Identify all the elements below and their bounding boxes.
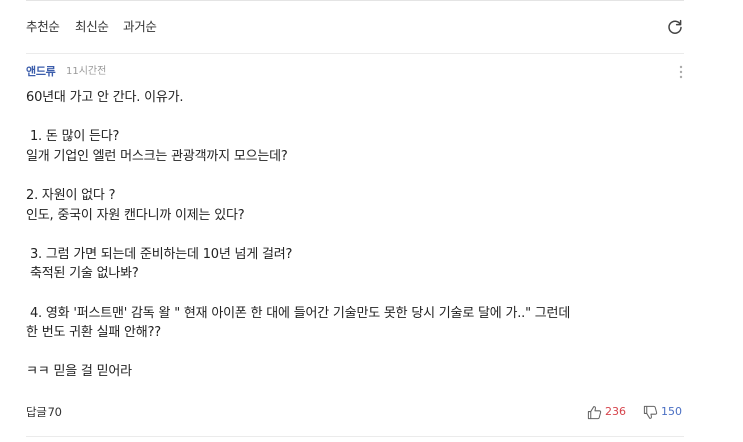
section-divider [26,53,684,54]
bottom-divider [26,436,684,437]
more-vertical-icon[interactable] [678,64,684,80]
comment-body: 60년대 가고 안 간다. 이유가. 1. 돈 많이 든다? 일개 기업인 엘런… [26,90,571,380]
comment-author[interactable]: 앤드류 [26,64,56,80]
like-button[interactable]: 236 [587,403,626,421]
like-count: 236 [605,405,626,418]
thumbs-up-icon [587,405,602,419]
top-divider [26,0,684,1]
reply-label: 답글 [26,405,47,419]
comment-timestamp: 11시간전 [66,66,107,77]
thumbs-down-icon [643,405,658,419]
refresh-icon[interactable] [666,18,684,36]
comment-footer: 답글70 236 150 [26,403,684,421]
reply-button[interactable]: 답글70 [26,403,62,421]
sort-tab-recommended[interactable]: 추천순 [26,17,60,37]
sort-tab-latest[interactable]: 최신순 [75,17,109,37]
reply-count: 70 [47,405,62,419]
dislike-button[interactable]: 150 [643,403,682,421]
comment-header: 앤드류 11시간전 [26,64,684,80]
sort-bar: 추천순 최신순 과거순 [26,17,684,37]
dislike-count: 150 [661,405,682,418]
sort-tab-oldest[interactable]: 과거순 [123,17,157,37]
